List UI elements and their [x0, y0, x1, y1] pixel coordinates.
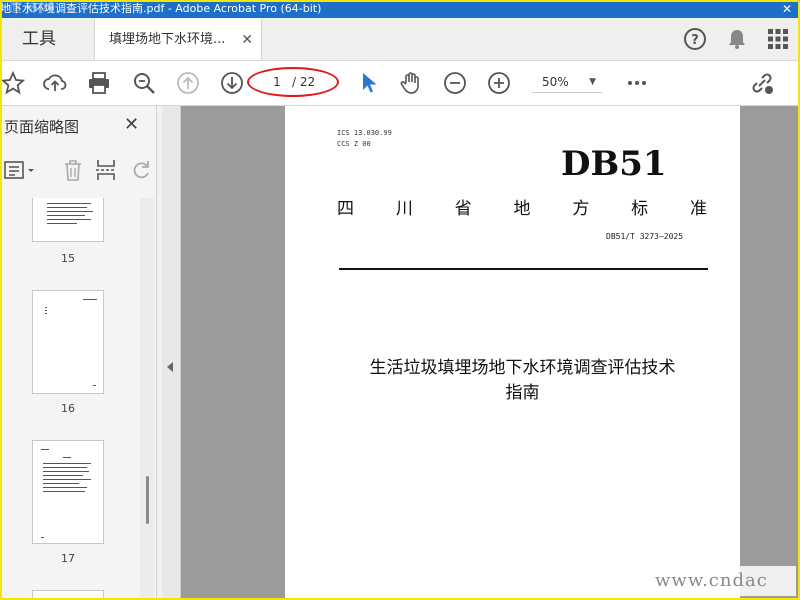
select-cursor-icon[interactable] — [356, 70, 382, 96]
heading-char: 省 — [454, 199, 472, 219]
delete-page-icon[interactable] — [62, 158, 84, 182]
close-panel-icon[interactable]: ✕ — [124, 114, 139, 135]
standard-number: DB51/T 3273—2025 — [606, 232, 684, 241]
tab-tools[interactable]: 工具 — [0, 18, 78, 60]
rotate-page-icon[interactable] — [130, 158, 152, 182]
main-toolbar: 1 / 22 50% ▼ — [0, 61, 800, 106]
heading-char: 方 — [572, 199, 590, 219]
zoom-level-value: 50% — [542, 75, 569, 89]
tab-document-label: 填埋场地下水环境... — [109, 32, 226, 47]
window-controls[interactable]: ✕ — [782, 0, 792, 18]
ics-code: ICS 13.030.99 — [337, 129, 392, 137]
print-icon[interactable] — [86, 70, 112, 96]
page-highlight-ellipse — [247, 67, 339, 97]
help-icon[interactable]: ? — [683, 27, 707, 51]
collapse-arrow-icon[interactable] — [167, 362, 173, 372]
heading-char: 地 — [513, 199, 531, 219]
thumbnail-page-number: 15 — [61, 252, 75, 265]
extract-page-icon[interactable] — [95, 158, 117, 182]
document-title-line2: 指南 — [505, 383, 540, 403]
zoom-in-icon[interactable] — [486, 70, 512, 96]
ics-ccs-block: ICS 13.030.99 CCS Z 00 — [337, 128, 392, 150]
next-page-icon[interactable] — [219, 70, 245, 96]
chevron-down-icon: ▼ — [589, 77, 596, 87]
tab-document[interactable]: 填埋场地下水环境... ✕ — [94, 18, 262, 60]
zoom-search-icon[interactable] — [131, 70, 157, 96]
page-thumbnails-panel: 页面缩略图 ✕ 15 16 17 — [0, 106, 157, 600]
watermark-text: www.cndac — [655, 570, 768, 591]
panel-collapse-strip[interactable] — [162, 106, 181, 600]
zoom-level-select[interactable]: 50% ▼ — [532, 72, 602, 93]
document-viewer[interactable]: ICS 13.030.99 CCS Z 00 DB51 四 川 省 地 方 标 … — [181, 106, 800, 600]
heading-char: 川 — [395, 199, 413, 219]
close-tab-icon[interactable]: ✕ — [241, 18, 253, 62]
heading-char: 标 — [631, 199, 649, 219]
thumbnail-scrollbar[interactable] — [140, 198, 154, 600]
zoom-out-icon[interactable] — [442, 70, 468, 96]
page-thumbnail[interactable] — [32, 198, 104, 242]
window-titlebar: 地下水环境调查评估技术指南.pdf - Adobe Acrobat Pro (6… — [0, 0, 800, 18]
thumbnail-options-icon[interactable] — [4, 158, 40, 182]
pdf-page: ICS 13.030.99 CCS Z 00 DB51 四 川 省 地 方 标 … — [285, 106, 740, 600]
thumbnail-tools — [0, 154, 156, 186]
apps-grid-icon[interactable] — [766, 27, 790, 51]
thumbnail-list: 15 16 17 — [0, 198, 140, 600]
svg-text:?: ? — [691, 33, 699, 48]
header-rule — [339, 268, 708, 270]
page-thumbnail[interactable] — [32, 440, 104, 544]
upload-cloud-icon[interactable] — [42, 70, 68, 96]
standard-code-heading: DB51 — [561, 144, 667, 184]
notification-bell-icon[interactable] — [725, 27, 749, 51]
hand-tool-icon[interactable] — [398, 70, 424, 96]
ccs-code: CCS Z 00 — [337, 140, 371, 148]
previous-page-icon[interactable] — [175, 70, 201, 96]
document-title-line1: 生活垃圾填埋场地下水环境调查评估技术 — [369, 358, 676, 378]
document-title: 生活垃圾填埋场地下水环境调查评估技术 指南 — [325, 356, 720, 406]
heading-char: 四 — [337, 199, 354, 219]
more-options-icon[interactable] — [624, 70, 650, 96]
tab-bar: 工具 填埋场地下水环境... ✕ ? — [0, 18, 800, 61]
panel-title: 页面缩略图 — [4, 118, 80, 136]
thumbnail-page-number: 16 — [61, 402, 75, 415]
scrollbar-thumb[interactable] — [146, 476, 149, 524]
page-thumbnail[interactable] — [32, 590, 104, 600]
watermark-logo: 道林网 — [8, 0, 56, 16]
share-link-icon[interactable] — [749, 70, 775, 96]
province-standard-heading: 四 川 省 地 方 标 准 — [337, 194, 707, 219]
bookmark-star-icon[interactable] — [0, 70, 26, 96]
thumbnail-page-number: 17 — [61, 552, 75, 565]
page-thumbnail[interactable] — [32, 290, 104, 394]
heading-char: 准 — [689, 199, 707, 219]
